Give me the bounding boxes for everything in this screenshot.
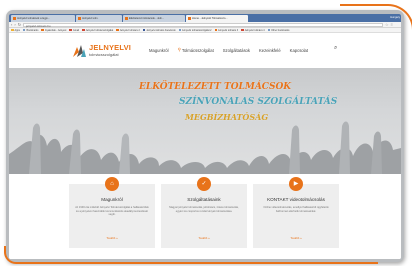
- url-input[interactable]: jelnyelvi-tolmacs.hu: [23, 22, 384, 28]
- services-section: ⌂ Magunkról Az 1993 óta működő Jelnyelvi…: [9, 174, 401, 259]
- service-card: ✓ Szolgáltatásaink Magyar jelnyelvi tolm…: [161, 177, 247, 248]
- menu-icon[interactable]: ≡: [391, 22, 393, 28]
- bookmarks-bar: Apps Bookmarks Gyakoriak - Jelnyelv Gmai…: [9, 28, 401, 33]
- card-more-link[interactable]: Tovább »: [253, 236, 339, 240]
- favicon-icon: [188, 17, 191, 20]
- video-icon: ▶: [289, 177, 303, 191]
- home-icon: ⌂: [105, 177, 119, 191]
- hero-line-1: ELKÖTELEZETT TOLMÁCSOK: [139, 82, 292, 92]
- folder-icon: [267, 28, 271, 32]
- bookmark-item[interactable]: Jelnyelvi tolmács Facebook: [142, 28, 176, 32]
- bookmark-item[interactable]: Apps: [11, 29, 20, 32]
- bookmark-item[interactable]: Jelnyelvi tolmács 3: [214, 28, 238, 32]
- check-icon: ✓: [197, 177, 211, 191]
- card-description: Magyar jelnyelvi tolmácsolás, jeltolmács…: [169, 206, 239, 213]
- card-description: Online videotolmácsolás, amellyel hallás…: [263, 206, 329, 213]
- tab-bar: Jelnyelvi tolmácsok a legjo... Jelnyelvi…: [9, 14, 401, 22]
- hero-banner: ELKÖTELEZETT TOLMÁCSOK SZÍNVONALAS SZOLG…: [9, 68, 401, 174]
- nav-item-kapcsolat[interactable]: Kapcsolat: [290, 47, 308, 53]
- card-description: Az 1993 óta működő Jelnyelvi Tolmácsszol…: [75, 206, 149, 217]
- bookmark-star-icon[interactable]: ☆: [385, 22, 389, 28]
- logo-title[interactable]: JELNYELVI: [89, 43, 131, 52]
- nav-item-tolmacsszolgalat[interactable]: ⚲ Tolmácsszolgálat: [178, 47, 214, 53]
- hero-line-2: SZÍNVONALAS SZOLGÁLTATÁS: [179, 97, 338, 107]
- favicon-icon: [13, 17, 16, 20]
- back-icon[interactable]: ‹: [11, 22, 12, 28]
- facebook-icon: [142, 28, 146, 32]
- gmail-icon: [69, 28, 72, 32]
- browser-tab[interactable]: Jelnyelvi tolm.: [76, 15, 122, 22]
- main-nav: Magunkról ⚲ Tolmácsszolgálat Szolgáltatás…: [149, 47, 308, 53]
- bookmark-item[interactable]: Other bookmarks: [267, 28, 289, 32]
- site-icon: [116, 28, 119, 32]
- site-icon: [214, 28, 218, 32]
- logo-hands-icon[interactable]: [71, 44, 87, 58]
- card-title: KONTAKT videotolmácsolás: [267, 197, 325, 202]
- search-icon[interactable]: ⌕: [334, 45, 337, 52]
- bookmark-item[interactable]: Jelnyelvi tolmács 4: [241, 29, 265, 32]
- browser-tab[interactable]: Elkötelezett tolmácsok - Jeln...: [123, 15, 185, 22]
- forward-icon[interactable]: ›: [14, 22, 15, 28]
- nav-item-kezeinkfele[interactable]: Kezeinkfelé: [259, 47, 281, 53]
- bookmark-item[interactable]: Gmail: [69, 29, 79, 32]
- browser-user-label[interactable]: Hungary: [390, 15, 400, 21]
- hero-line-3: MEGBÍZHATÓSÁG: [185, 112, 269, 122]
- reload-icon[interactable]: ↻: [18, 22, 21, 28]
- site-header: JELNYELVI tolmácsszolgálat Magunkról ⚲ To…: [9, 34, 401, 68]
- site-icon: [82, 28, 85, 32]
- service-card: ⌂ Magunkról Az 1993 óta működő Jelnyelvi…: [69, 177, 155, 248]
- favicon-icon: [78, 17, 81, 20]
- bookmark-item[interactable]: Jelnyelvi tolmácsszolgálat: [82, 29, 113, 32]
- service-card: ▶ KONTAKT videotolmácsolás Online videot…: [253, 177, 339, 248]
- site-icon: [41, 28, 44, 32]
- folder-icon: [22, 28, 26, 32]
- site-icon: [178, 28, 182, 32]
- pin-icon: ⚲: [177, 47, 181, 52]
- apps-icon: [11, 28, 14, 32]
- bookmark-item[interactable]: Bookmarks: [22, 28, 38, 32]
- card-more-link[interactable]: Tovább »: [69, 236, 155, 240]
- browser-screen: Jelnyelvi tolmácsok a legjo... Jelnyelvi…: [9, 14, 401, 259]
- card-title: Szolgáltatásaink: [187, 197, 221, 202]
- card-title: Magunkról: [101, 197, 123, 202]
- browser-tab-active[interactable]: Home - Jelnyelvi Tolmácsszo...: [186, 15, 248, 22]
- nav-item-szolgaltatasok[interactable]: Szolgáltatások: [223, 47, 250, 53]
- bookmark-item[interactable]: Jelnyelvi tolmács 2: [116, 29, 140, 32]
- nav-item-magunkrol[interactable]: Magunkról: [149, 47, 169, 53]
- logo-subtitle: tolmácsszolgálat: [89, 52, 119, 57]
- bookmark-item[interactable]: Gyakoriak - Jelnyelv: [41, 29, 66, 32]
- card-more-link[interactable]: Tovább »: [161, 236, 247, 240]
- site-icon: [241, 28, 244, 32]
- bookmark-item[interactable]: Jelnyelvi tolmácsszolgálat 2: [178, 28, 212, 32]
- favicon-icon: [125, 17, 128, 20]
